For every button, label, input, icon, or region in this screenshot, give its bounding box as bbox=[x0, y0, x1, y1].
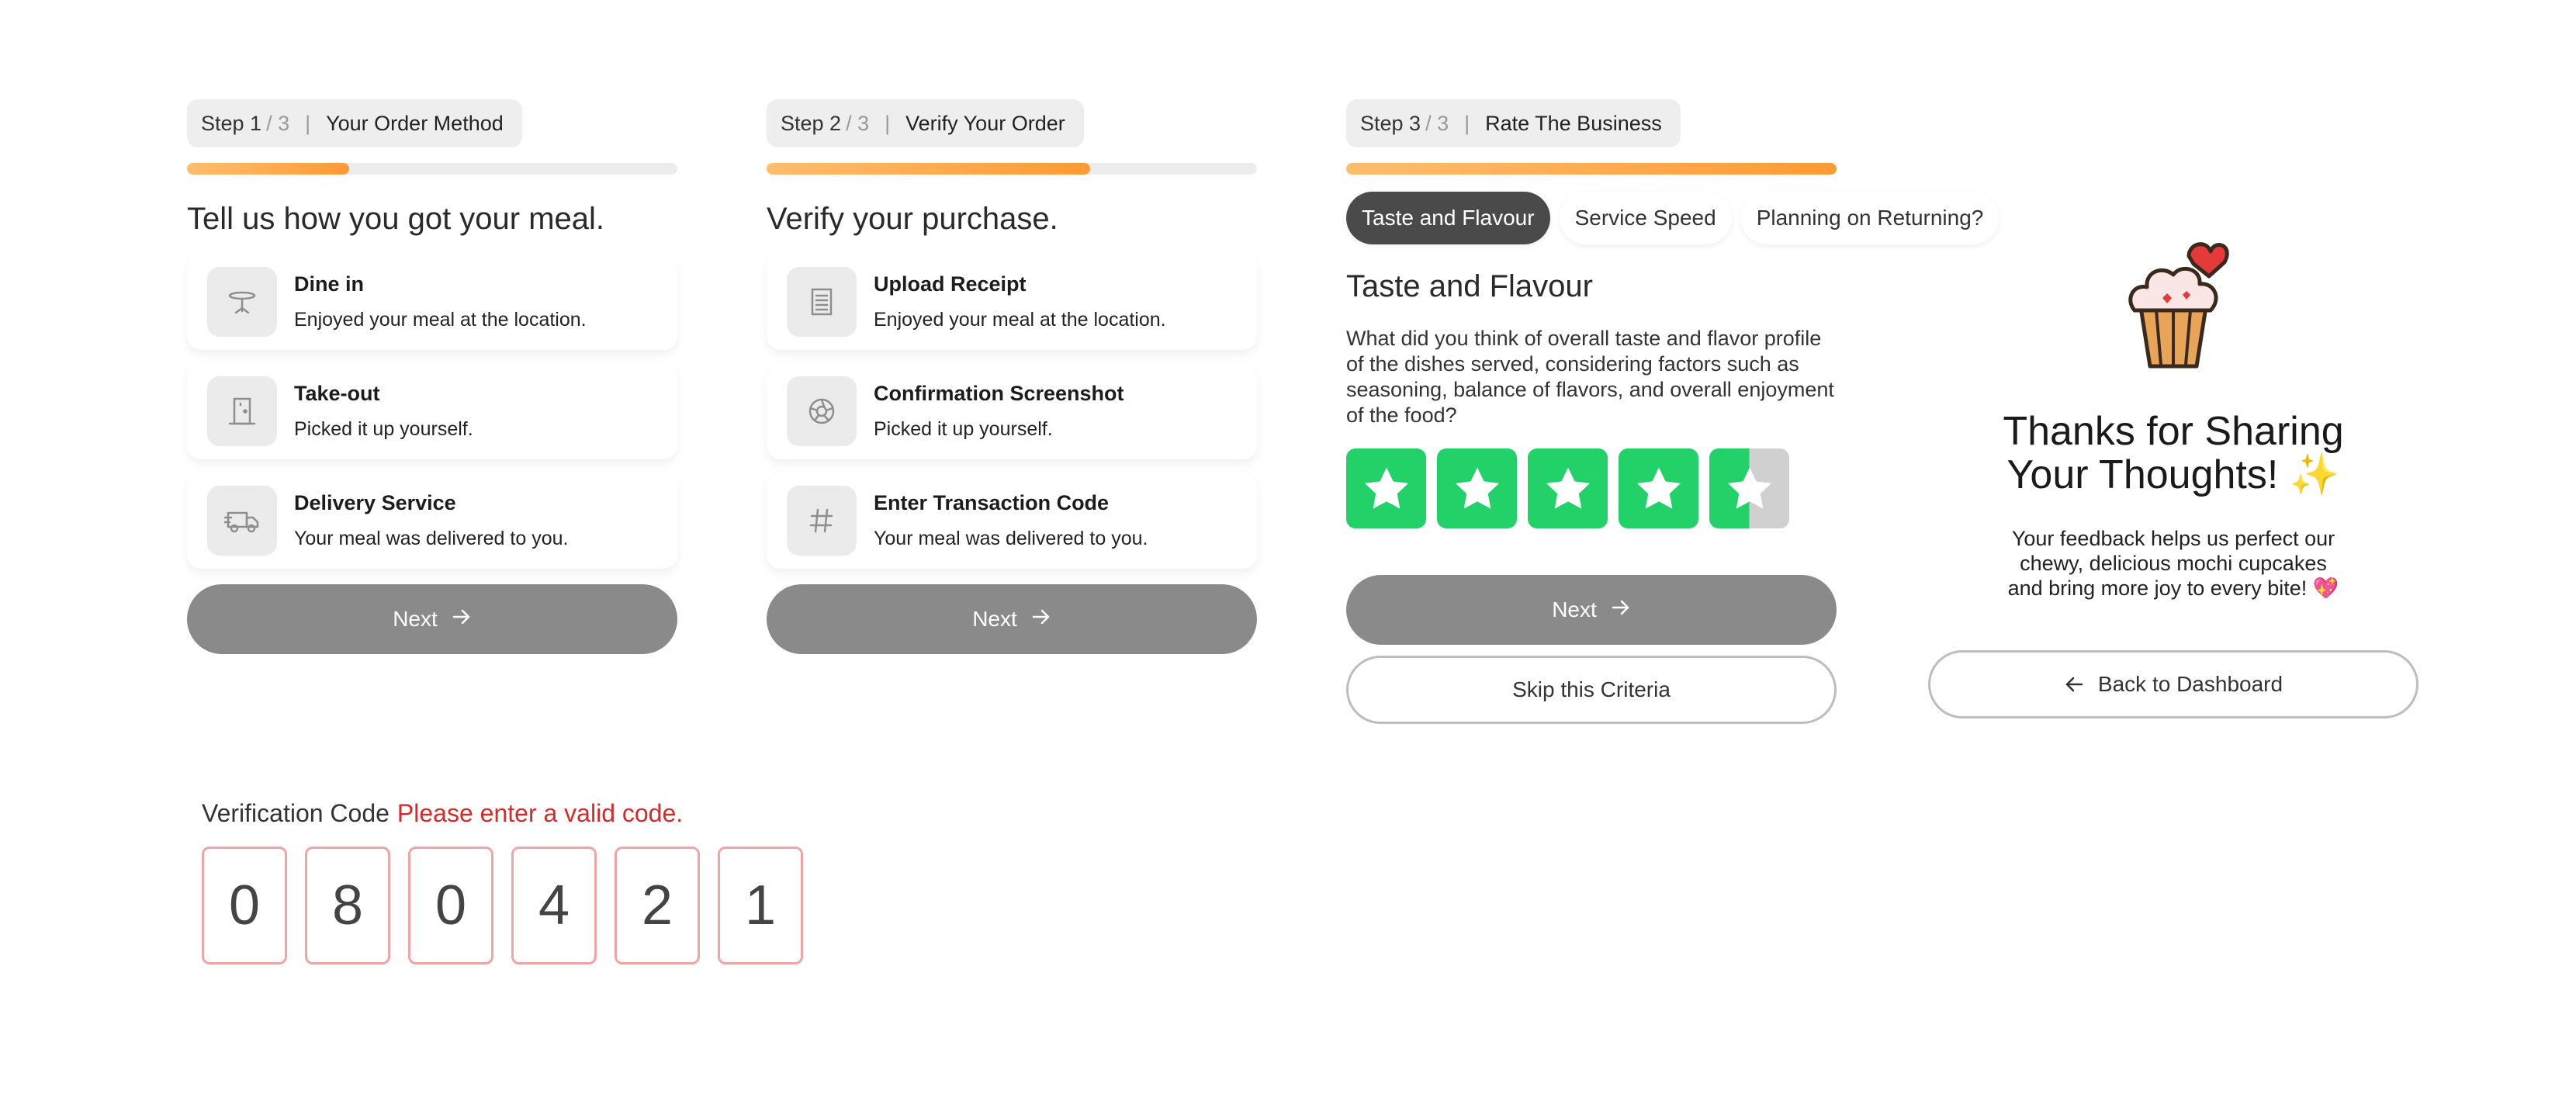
arrow-right-icon bbox=[452, 607, 472, 632]
progress-fill bbox=[187, 163, 349, 175]
aperture-icon bbox=[787, 376, 857, 446]
option-title: Confirmation Screenshot bbox=[874, 382, 1124, 405]
panel-heading: Verify your purchase. bbox=[767, 202, 1058, 236]
progress-fill bbox=[1346, 163, 1837, 175]
next-button[interactable]: Next bbox=[187, 584, 677, 654]
thank-you-panel: Thanks for Sharing Your Thoughts! ✨ Your… bbox=[1928, 233, 2418, 718]
order-method-panel: Step 1 / 3 | Your Order Method Tell us h… bbox=[187, 99, 677, 654]
thanks-title: Thanks for Sharing Your Thoughts! ✨ bbox=[1928, 410, 2418, 497]
option-title: Enter Transaction Code bbox=[874, 491, 1110, 514]
option-take-out[interactable]: Take-out Picked it up yourself. bbox=[187, 363, 677, 459]
back-label: Back to Dashboard bbox=[2097, 672, 2283, 696]
star-rating-star[interactable] bbox=[1346, 448, 1426, 528]
option-transaction-code[interactable]: Enter Transaction Code Your meal was del… bbox=[767, 473, 1257, 569]
progress-bar bbox=[1346, 163, 1837, 175]
step-total: / 3 bbox=[1425, 111, 1449, 135]
star-icon bbox=[1542, 464, 1594, 514]
next-label: Next bbox=[1552, 597, 1597, 622]
star-icon bbox=[1633, 464, 1684, 514]
option-delivery[interactable]: Delivery Service Your meal was delivered… bbox=[187, 473, 677, 569]
step-title: Verify Your Order bbox=[905, 111, 1065, 135]
option-subtitle: Picked it up yourself. bbox=[294, 418, 473, 440]
verify-order-panel: Step 2 / 3 | Verify Your Order Verify yo… bbox=[767, 99, 1257, 654]
code-digit-input[interactable]: 0 bbox=[408, 847, 493, 964]
hash-icon bbox=[787, 486, 857, 556]
star-rating-star[interactable] bbox=[1528, 448, 1608, 528]
star-rating-star[interactable] bbox=[1619, 448, 1698, 528]
star-rating bbox=[1346, 448, 1837, 528]
progress-bar bbox=[767, 163, 1257, 175]
code-digit-input[interactable]: 1 bbox=[718, 847, 803, 964]
option-title: Delivery Service bbox=[294, 491, 456, 514]
code-digit-input[interactable]: 8 bbox=[305, 847, 390, 964]
panel-heading: Tell us how you got your meal. bbox=[187, 202, 605, 236]
step-separator: | bbox=[305, 111, 311, 135]
progress-bar bbox=[187, 163, 677, 175]
thanks-title-line2: Your Thoughts! ✨ bbox=[2006, 452, 2340, 497]
option-upload-receipt[interactable]: Upload Receipt Enjoyed your meal at the … bbox=[767, 254, 1257, 350]
step-total: / 3 bbox=[846, 111, 870, 135]
next-button[interactable]: Next bbox=[1346, 575, 1837, 645]
skip-criteria-button[interactable]: Skip this Criteria bbox=[1346, 656, 1837, 724]
option-subtitle: Enjoyed your meal at the location. bbox=[294, 309, 587, 331]
thanks-body: Your feedback helps us perfect our chewy… bbox=[2007, 527, 2339, 600]
step-indicator: Step 3 / 3 | Rate The Business bbox=[1346, 99, 1681, 147]
option-title: Dine in bbox=[294, 272, 365, 296]
option-confirmation-screenshot[interactable]: Confirmation Screenshot Picked it up you… bbox=[767, 363, 1257, 459]
verification-code-section: Verification Code Please enter a valid co… bbox=[202, 799, 821, 964]
tab-service-speed[interactable]: Service Speed bbox=[1559, 192, 1732, 244]
step-title: Your Order Method bbox=[326, 111, 504, 135]
star-icon bbox=[1724, 464, 1775, 514]
code-inputs: 0 8 0 4 2 1 bbox=[202, 847, 821, 964]
code-digit-input[interactable]: 2 bbox=[615, 847, 700, 964]
next-button[interactable]: Next bbox=[767, 584, 1257, 654]
option-dine-in[interactable]: Dine in Enjoyed your meal at the locatio… bbox=[187, 254, 677, 350]
arrow-left-icon bbox=[2064, 675, 2084, 694]
star-icon bbox=[1452, 464, 1503, 514]
back-to-dashboard-button[interactable]: Back to Dashboard bbox=[1928, 650, 2418, 718]
receipt-icon bbox=[787, 267, 857, 337]
criteria-title: Taste and Flavour bbox=[1346, 269, 1593, 303]
step-title: Rate The Business bbox=[1485, 111, 1662, 135]
option-subtitle: Your meal was delivered to you. bbox=[874, 528, 1148, 549]
verification-label: Verification Code Please enter a valid co… bbox=[202, 799, 821, 828]
rate-business-panel: Step 3 / 3 | Rate The Business Taste and… bbox=[1346, 99, 2000, 724]
step-indicator: Step 1 / 3 | Your Order Method bbox=[187, 99, 522, 147]
arrow-right-icon bbox=[1611, 597, 1631, 622]
arrow-right-icon bbox=[1031, 607, 1051, 632]
option-subtitle: Picked it up yourself. bbox=[874, 418, 1053, 440]
table-icon bbox=[207, 267, 277, 337]
code-digit-input[interactable]: 0 bbox=[202, 847, 287, 964]
verification-label-text: Verification Code bbox=[202, 799, 390, 827]
step-separator: | bbox=[1464, 111, 1470, 135]
step-number: Step 1 bbox=[201, 111, 262, 135]
code-digit-input[interactable]: 4 bbox=[511, 847, 597, 964]
star-rating-star[interactable] bbox=[1437, 448, 1517, 528]
option-subtitle: Your meal was delivered to you. bbox=[294, 528, 569, 549]
next-label: Next bbox=[972, 607, 1017, 631]
door-icon bbox=[207, 376, 277, 446]
cupcake-illustration bbox=[1928, 233, 2418, 372]
step-separator: | bbox=[885, 111, 891, 135]
option-subtitle: Enjoyed your meal at the location. bbox=[874, 309, 1166, 331]
verification-error: Please enter a valid code. bbox=[396, 799, 684, 827]
step-number: Step 3 bbox=[1360, 111, 1421, 135]
criteria-tabs: Taste and Flavour Service Speed Planning… bbox=[1346, 192, 2000, 244]
step-number: Step 2 bbox=[781, 111, 842, 135]
option-list: Dine in Enjoyed your meal at the locatio… bbox=[187, 254, 677, 569]
criteria-description: What did you think of overall taste and … bbox=[1346, 327, 1834, 427]
progress-fill bbox=[767, 163, 1091, 175]
step-total: / 3 bbox=[266, 111, 290, 135]
tab-taste-and-flavour[interactable]: Taste and Flavour bbox=[1346, 192, 1550, 244]
skip-label: Skip this Criteria bbox=[1512, 677, 1671, 701]
option-title: Take-out bbox=[294, 382, 380, 405]
option-title: Upload Receipt bbox=[874, 272, 1027, 296]
step-indicator: Step 2 / 3 | Verify Your Order bbox=[767, 99, 1084, 147]
next-label: Next bbox=[393, 607, 438, 631]
star-icon bbox=[1361, 464, 1412, 514]
star-rating-star[interactable] bbox=[1709, 448, 1789, 528]
thanks-title-line1: Thanks for Sharing bbox=[2003, 409, 2344, 454]
truck-icon bbox=[207, 486, 277, 556]
option-list: Upload Receipt Enjoyed your meal at the … bbox=[767, 254, 1257, 569]
